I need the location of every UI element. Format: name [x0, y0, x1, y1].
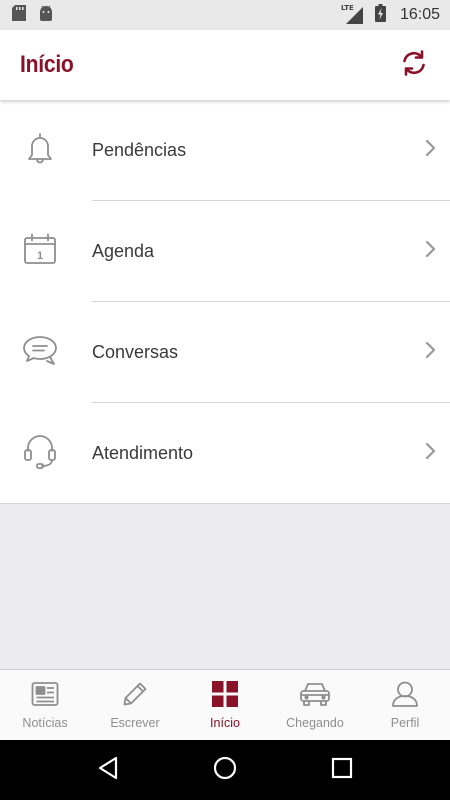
- status-bar: LTE 16:05: [0, 0, 450, 30]
- back-button[interactable]: [88, 750, 128, 790]
- menu-item-conversas[interactable]: Conversas: [0, 302, 450, 403]
- tab-label: Notícias: [22, 715, 68, 730]
- headset-icon: [22, 433, 58, 474]
- bell-icon: [23, 131, 57, 170]
- tab-label: Perfil: [390, 715, 420, 730]
- tab-label: Início: [210, 715, 240, 730]
- tab-perfil[interactable]: Perfil: [360, 670, 450, 740]
- calendar-day: 1: [37, 250, 43, 262]
- menu-item-label: Conversas: [92, 342, 179, 362]
- status-right: LTE 16:05: [341, 3, 440, 27]
- home-icon: [213, 756, 237, 785]
- tab-escrever[interactable]: Escrever: [90, 670, 180, 740]
- newspaper-icon: [31, 681, 59, 712]
- status-left: [12, 4, 54, 26]
- menu-item-agenda[interactable]: 1 Agenda: [0, 201, 450, 302]
- menu-item-atendimento[interactable]: Atendimento: [0, 403, 450, 504]
- chat-icon: [21, 333, 59, 372]
- android-icon: [38, 5, 54, 26]
- chevron-right-icon: [424, 139, 436, 162]
- tab-chegando[interactable]: Chegando: [270, 670, 360, 740]
- menu-list: Pendências 1 Agenda Conversas Atendiment…: [0, 100, 450, 504]
- menu-item-label: Agenda: [92, 241, 155, 261]
- chevron-right-icon: [424, 240, 436, 263]
- bottom-nav: Notícias Escrever Início Chegando Perfil: [0, 669, 450, 740]
- menu-item-pendencias[interactable]: Pendências: [0, 100, 450, 201]
- calendar-icon: 1: [23, 232, 57, 271]
- back-icon: [97, 756, 119, 785]
- car-icon: [299, 681, 331, 712]
- refresh-button[interactable]: [398, 49, 430, 81]
- signal-icon: LTE: [341, 4, 363, 24]
- recents-icon: [331, 757, 353, 784]
- battery-icon: [374, 3, 386, 27]
- grid-icon: [212, 680, 238, 712]
- menu-item-label: Atendimento: [92, 442, 194, 463]
- tab-inicio[interactable]: Início: [180, 670, 270, 740]
- status-time: 16:05: [399, 6, 440, 23]
- person-icon: [391, 681, 419, 712]
- system-nav-bar: [0, 740, 450, 800]
- pencil-icon: [122, 681, 148, 712]
- chevron-right-icon: [424, 442, 436, 465]
- app-bar: Início: [0, 30, 450, 100]
- tab-label: Escrever: [110, 715, 160, 730]
- menu-item-label: Pendências: [92, 140, 187, 160]
- tab-label: Chegando: [286, 715, 344, 730]
- page-title: Início: [20, 51, 74, 78]
- chevron-right-icon: [424, 341, 436, 364]
- sd-card-icon: [12, 4, 26, 26]
- recents-button[interactable]: [322, 750, 362, 790]
- refresh-icon: [400, 49, 428, 82]
- home-button[interactable]: [205, 750, 245, 790]
- tab-noticias[interactable]: Notícias: [0, 670, 90, 740]
